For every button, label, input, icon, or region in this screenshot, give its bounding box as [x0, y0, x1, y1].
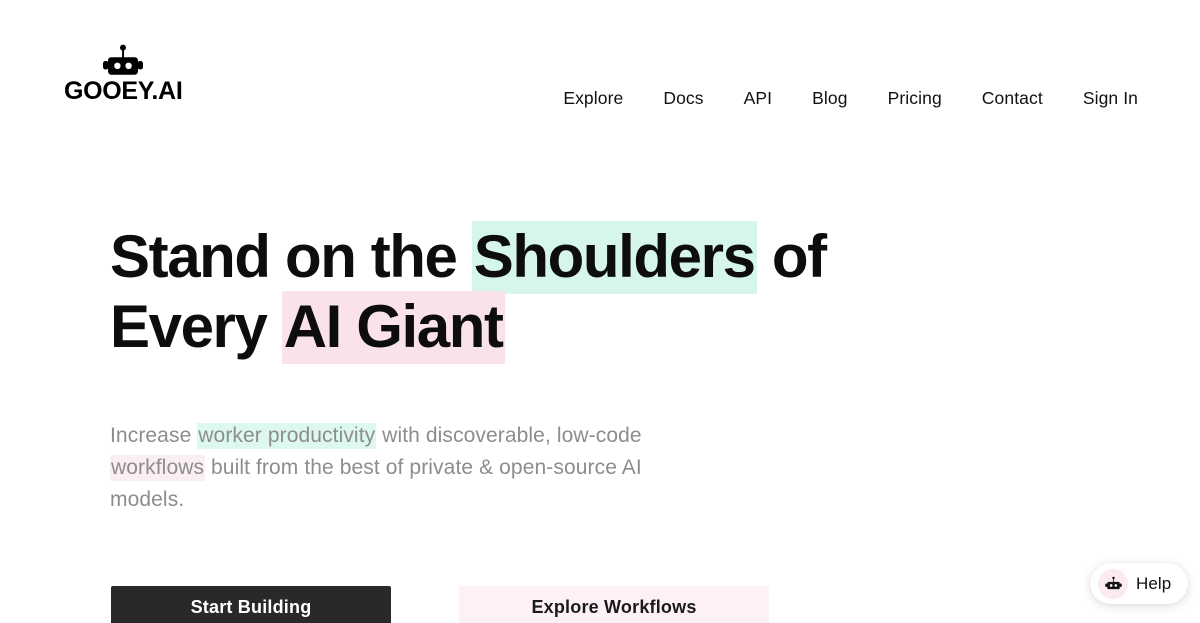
subtitle-highlight-worker-productivity: worker productivity [197, 423, 377, 449]
site-header: GOOEY.AI Explore Docs API Blog Pricing C… [0, 0, 1200, 150]
nav-item-blog[interactable]: Blog [792, 82, 867, 114]
main-navigation: Explore Docs API Blog Pricing Contact Si… [543, 82, 1138, 114]
robot-head-icon [1098, 568, 1128, 599]
subtitle-part2: with discoverable, low-code [376, 424, 642, 447]
headline-line1-pre: Stand on the [110, 223, 472, 290]
nav-item-explore[interactable]: Explore [543, 82, 643, 114]
brand-logo-link[interactable]: GOOEY.AI [64, 44, 183, 105]
nav-item-sign-in[interactable]: Sign In [1063, 82, 1138, 114]
explore-workflows-button[interactable]: Explore Workflows [459, 586, 769, 623]
headline-highlight-shoulders: Shoulders [471, 221, 757, 294]
nav-item-docs[interactable]: Docs [643, 82, 723, 114]
nav-item-api[interactable]: API [724, 82, 793, 114]
headline-line1-post: of [756, 223, 827, 290]
page-title: Stand on the Shoulders of Every AI Giant [110, 221, 870, 364]
robot-head-icon [100, 44, 146, 78]
headline-line2-pre: Every [110, 293, 282, 360]
nav-item-contact[interactable]: Contact [962, 82, 1063, 114]
subtitle-highlight-workflows: workflows [110, 455, 206, 481]
help-label: Help [1136, 574, 1172, 593]
hero-subtitle: Increase worker productivity with discov… [110, 420, 710, 516]
cta-button-row: Start Building Explore Workflows [111, 586, 769, 623]
headline-highlight-ai-giant: AI Giant [281, 291, 505, 364]
help-widget-button[interactable]: Help [1090, 563, 1188, 604]
hero-section: Stand on the Shoulders of Every AI Giant… [110, 221, 870, 516]
nav-item-pricing[interactable]: Pricing [868, 82, 962, 114]
subtitle-part1: Increase [110, 424, 198, 447]
start-building-button[interactable]: Start Building [111, 586, 391, 623]
brand-name: GOOEY.AI [64, 77, 183, 105]
